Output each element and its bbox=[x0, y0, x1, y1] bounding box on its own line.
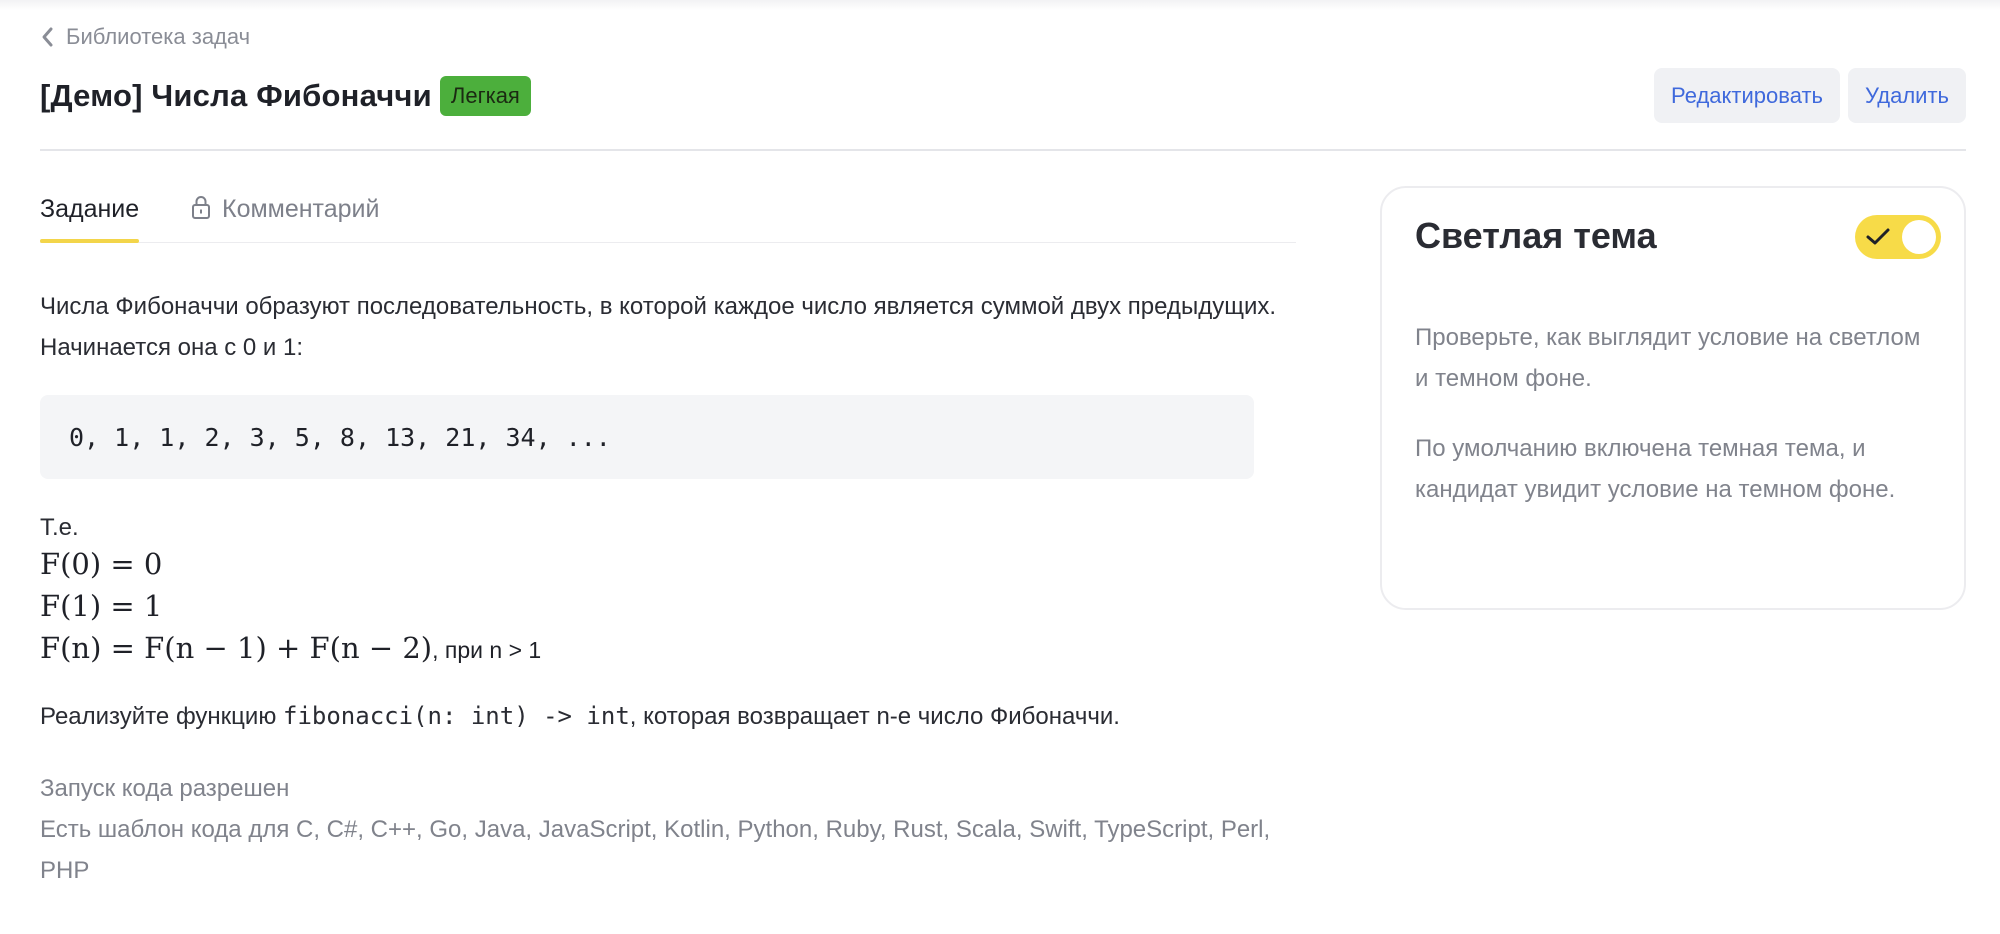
formula-f1: F(1) = 1 bbox=[40, 589, 163, 623]
breadcrumb-label[interactable]: Библиотека задач bbox=[66, 24, 250, 50]
check-icon bbox=[1866, 228, 1890, 245]
formula-fn-expr: F(n) = F(n − 1) + F(n − 2) bbox=[40, 631, 433, 665]
implement-prefix: Реализуйте функцию bbox=[40, 703, 283, 730]
te-label: Т.е. bbox=[40, 514, 79, 541]
title-row: [Демо] Числа Фибоначчи Легкая bbox=[40, 73, 531, 119]
task-intro: Числа Фибоначчи образуют последовательно… bbox=[40, 293, 1277, 361]
page-title: [Демо] Числа Фибоначчи bbox=[40, 78, 432, 113]
task-meta: Запуск кода разрешен Есть шаблон кода дл… bbox=[40, 768, 1290, 891]
function-signature: fibonacci(n: int) -> int bbox=[283, 702, 630, 730]
formula-fn-note: , при n > 1 bbox=[432, 637, 542, 663]
templates-text: Есть шаблон кода для C, C#, C++, Go, Jav… bbox=[40, 816, 1271, 884]
run-allowed-text: Запуск кода разрешен bbox=[40, 775, 290, 802]
tab-comment-label: Комментарий bbox=[222, 195, 380, 223]
edit-button[interactable]: Редактировать bbox=[1654, 68, 1840, 123]
light-theme-toggle[interactable] bbox=[1855, 215, 1941, 259]
tab-bar: Задание Комментарий bbox=[40, 195, 1296, 243]
tab-task-label: Задание bbox=[40, 195, 140, 223]
breadcrumb[interactable]: Библиотека задач bbox=[40, 22, 250, 52]
delete-button[interactable]: Удалить bbox=[1848, 68, 1966, 123]
difficulty-badge: Легкая bbox=[439, 76, 531, 116]
top-shadow bbox=[0, 0, 2000, 10]
theme-card-title: Светлая тема bbox=[1415, 215, 1657, 256]
header-actions: Редактировать Удалить bbox=[1654, 68, 1966, 123]
header-divider bbox=[40, 149, 1966, 151]
lock-icon bbox=[192, 196, 210, 219]
implement-suffix: , которая возвращает n-е число Фибоначчи… bbox=[629, 703, 1120, 730]
formula-f0: F(0) = 0 bbox=[40, 547, 163, 581]
formula-fn: F(n) = F(n − 1) + F(n − 2), при n > 1 bbox=[40, 627, 1290, 671]
sequence-codeblock: 0, 1, 1, 2, 3, 5, 8, 13, 21, 34, ... bbox=[40, 395, 1254, 479]
tab-comment[interactable]: Комментарий bbox=[190, 195, 379, 243]
tab-task[interactable]: Задание bbox=[40, 195, 140, 243]
chevron-left-icon bbox=[42, 27, 53, 47]
task-content: Числа Фибоначчи образуют последовательно… bbox=[40, 286, 1290, 891]
theme-card-text-2: По умолчанию включена темная тема, и кан… bbox=[1415, 435, 1896, 503]
theme-card: Светлая тема Проверьте, как выглядит усл… bbox=[1380, 186, 1966, 610]
theme-card-text-1: Проверьте, как выглядит условие на светл… bbox=[1415, 324, 1921, 392]
toggle-knob bbox=[1902, 220, 1936, 254]
implement-instruction: Реализуйте функцию fibonacci(n: int) -> … bbox=[40, 699, 1290, 734]
